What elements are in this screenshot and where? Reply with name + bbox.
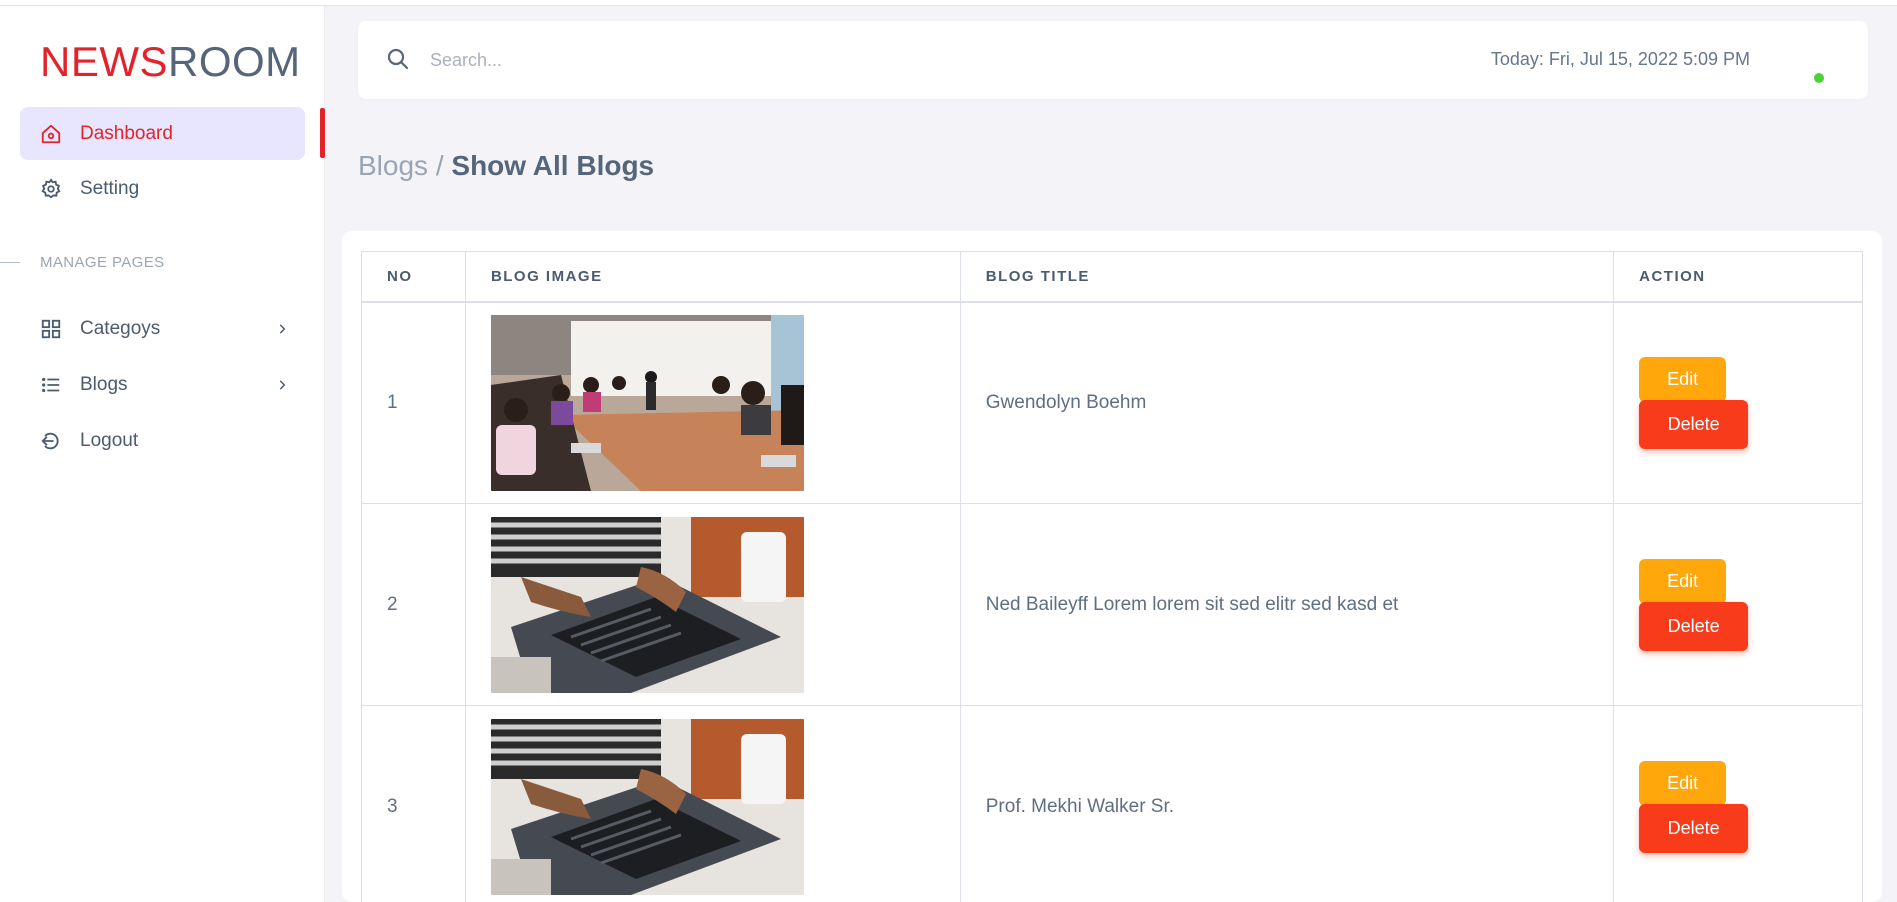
section-label-manage-pages: MANAGE PAGES — [40, 254, 165, 271]
sidebar-item-dashboard[interactable]: Dashboard — [20, 107, 305, 160]
sidebar-item-label: Blogs — [80, 373, 128, 395]
sidebar-item-label: Categoys — [80, 317, 161, 339]
row-number: 1 — [361, 301, 466, 504]
search-input[interactable] — [430, 43, 830, 77]
breadcrumb-separator: / — [428, 150, 452, 181]
blog-title: Gwendolyn Boehm — [959, 301, 1615, 504]
column-header-action: ACTION — [1613, 251, 1863, 303]
column-header-no: NO — [361, 251, 466, 303]
column-header-blog-title: BLOG TITLE — [959, 251, 1615, 303]
brand-logo-news: NEWS — [40, 38, 168, 85]
sidebar-item-categoys[interactable]: Categoys — [20, 302, 305, 355]
top-header: Today: Fri, Jul 15, 2022 5:09 PM — [358, 21, 1868, 99]
blog-title: Prof. Mekhi Walker Sr. — [959, 705, 1615, 902]
blog-title: Ned Baileyff Lorem lorem sit sed elitr s… — [959, 503, 1615, 706]
sidebar: NEWSROOM Dashboard Setting MANAGE PAGES … — [0, 6, 325, 902]
sidebar-item-label: Dashboard — [80, 122, 173, 144]
page-title: Show All Blogs — [451, 150, 655, 181]
meeting-room-photo — [490, 314, 804, 491]
home-icon — [40, 123, 62, 145]
sidebar-item-label: Setting — [80, 177, 140, 199]
laptop-typing-photo — [490, 516, 804, 693]
row-number: 3 — [361, 705, 466, 902]
edit-button[interactable]: Edit — [1639, 760, 1727, 806]
edit-button[interactable]: Edit — [1639, 356, 1727, 402]
blogs-table: NO BLOG IMAGE BLOG TITLE ACTION 1 Gwendo… — [361, 251, 1863, 902]
sidebar-item-logout[interactable]: Logout — [20, 414, 305, 467]
active-indicator — [320, 108, 325, 158]
brand-logo-room: ROOM — [168, 38, 301, 85]
edit-button[interactable]: Edit — [1639, 558, 1727, 604]
row-number: 2 — [361, 503, 466, 706]
blog-image-cell — [464, 503, 961, 706]
delete-button[interactable]: Delete — [1639, 601, 1749, 651]
sidebar-item-blogs[interactable]: Blogs — [20, 358, 305, 411]
action-cell: Edit Delete — [1613, 705, 1863, 902]
action-cell: Edit Delete — [1613, 301, 1863, 504]
list-icon — [40, 374, 62, 396]
column-header-blog-image: BLOG IMAGE — [464, 251, 961, 303]
sidebar-item-label: Logout — [80, 429, 139, 451]
table-row: 3 Prof. Mekhi Walker Sr. Edit Delete — [361, 705, 1863, 902]
blog-image-cell — [464, 301, 961, 504]
blog-image-cell — [464, 705, 961, 902]
grid-icon — [40, 318, 62, 340]
logout-icon — [40, 430, 62, 452]
laptop-typing-photo — [490, 718, 804, 895]
delete-button[interactable]: Delete — [1639, 399, 1749, 449]
search-icon[interactable] — [386, 47, 410, 76]
table-row: 1 Gwendolyn Boehm Edit Delete — [361, 301, 1863, 504]
table-header-row: NO BLOG IMAGE BLOG TITLE ACTION — [361, 251, 1863, 303]
action-cell: Edit Delete — [1613, 503, 1863, 706]
online-status-dot — [1814, 73, 1824, 83]
sidebar-item-setting[interactable]: Setting — [20, 162, 305, 215]
breadcrumb: Blogs / Show All Blogs — [358, 150, 654, 182]
today-datetime: Today: Fri, Jul 15, 2022 5:09 PM — [1490, 49, 1750, 69]
section-divider — [0, 262, 20, 263]
chevron-right-icon — [275, 320, 289, 342]
brand-logo[interactable]: NEWSROOM — [40, 38, 301, 86]
breadcrumb-parent[interactable]: Blogs — [358, 150, 428, 181]
blogs-table-card: NO BLOG IMAGE BLOG TITLE ACTION 1 Gwendo… — [342, 231, 1882, 902]
delete-button[interactable]: Delete — [1639, 803, 1749, 853]
gear-icon — [40, 177, 62, 200]
chevron-right-icon — [275, 376, 289, 398]
table-row: 2 Ned Baileyff Lorem lorem sit sed elitr… — [361, 503, 1863, 706]
